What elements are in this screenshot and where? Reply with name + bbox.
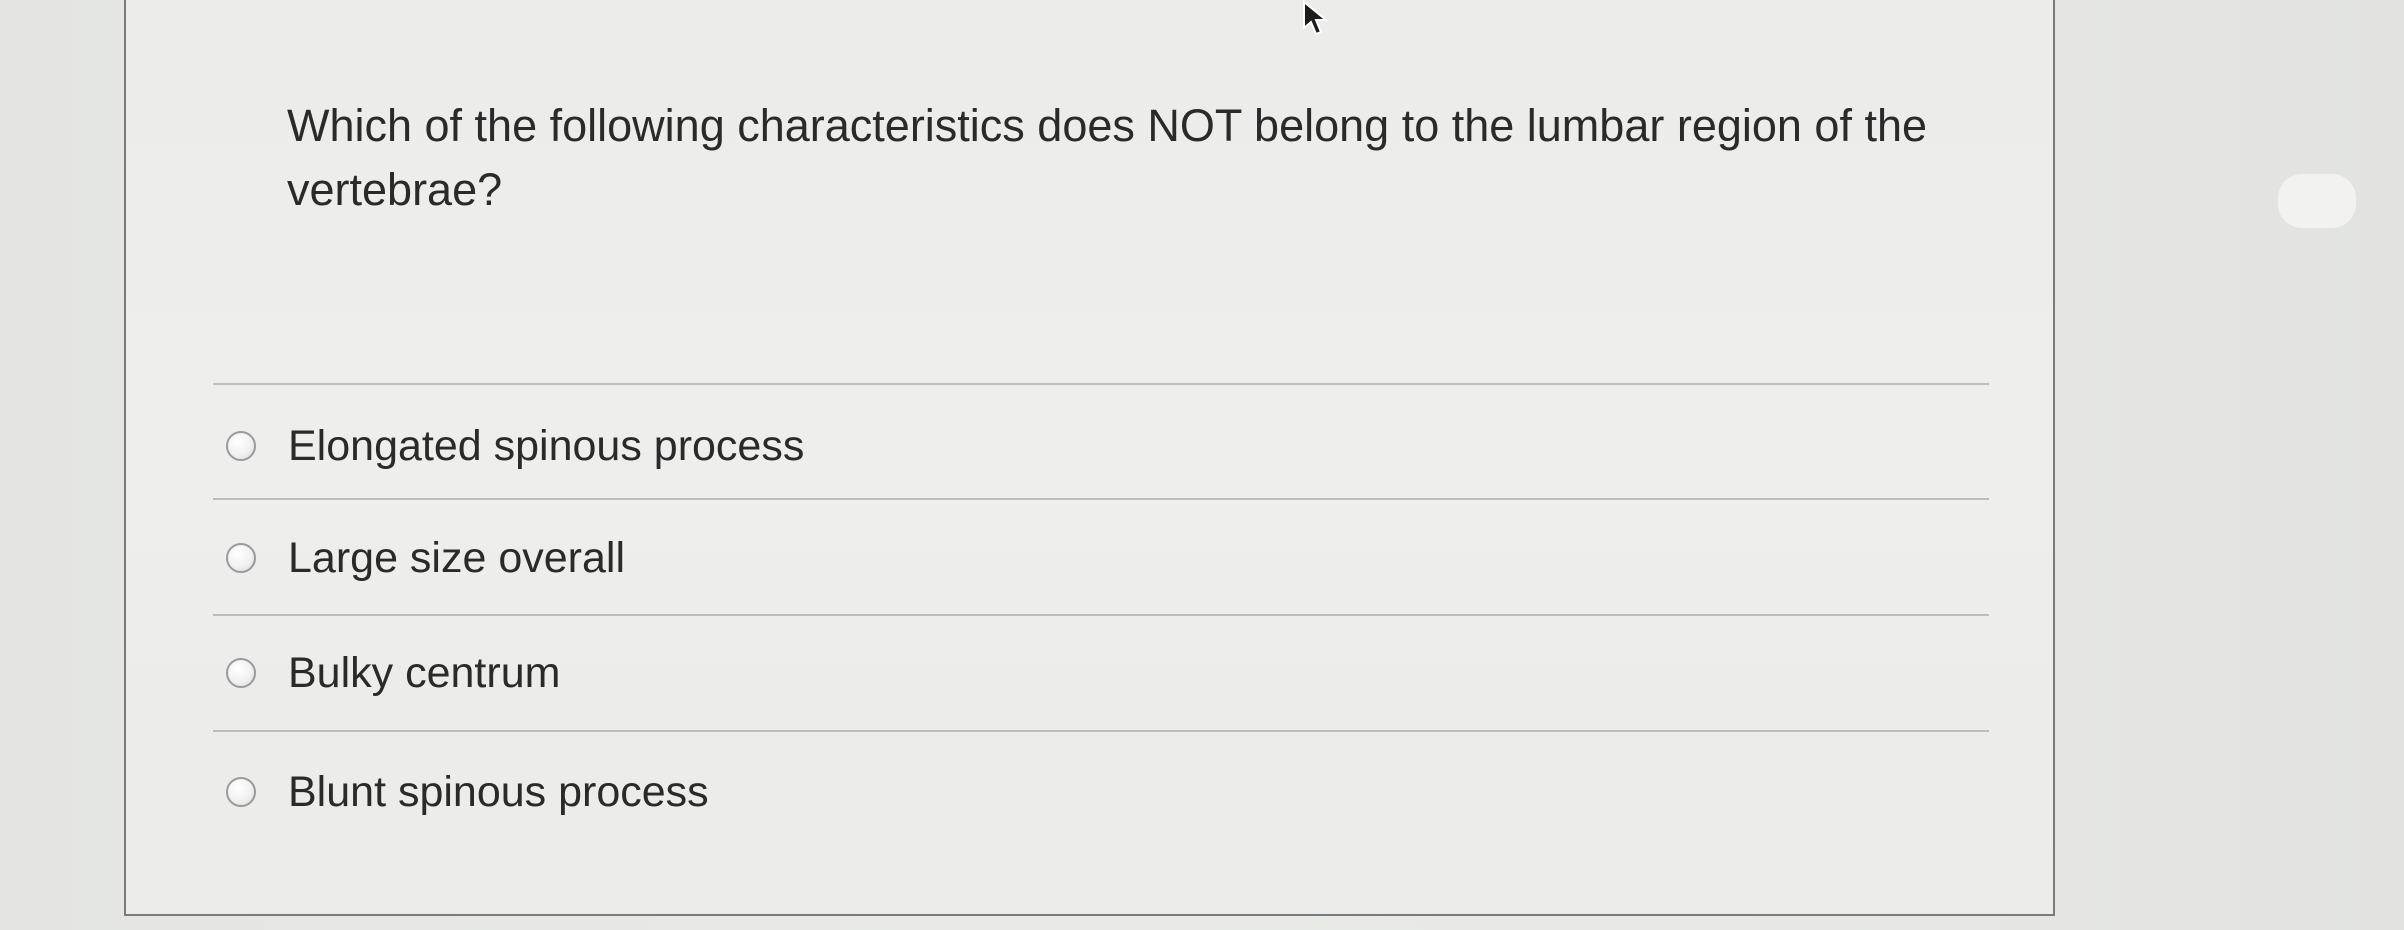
divider [213, 498, 1989, 500]
choice-label-4: Blunt spinous process [288, 767, 709, 816]
divider [213, 614, 1989, 616]
background-highlight [2278, 174, 2356, 228]
question-card: Which of the following characteristics d… [124, 0, 2055, 916]
choice-option-2[interactable]: Large size overall [226, 528, 625, 588]
choice-label-2: Large size overall [288, 533, 626, 582]
choice-option-3[interactable]: Bulky centrum [226, 643, 560, 703]
choice-option-1[interactable]: Elongated spinous process [226, 416, 804, 476]
choice-label-1: Elongated spinous process [288, 421, 805, 470]
divider [213, 383, 1989, 385]
mouse-pointer-icon [1303, 0, 1329, 36]
radio-button-icon[interactable] [226, 658, 256, 688]
question-text: Which of the following characteristics d… [287, 100, 1928, 215]
radio-button-icon[interactable] [226, 543, 256, 573]
choice-label-3: Bulky centrum [288, 648, 561, 697]
radio-button-icon[interactable] [226, 777, 256, 807]
choice-option-4[interactable]: Blunt spinous process [226, 762, 709, 822]
divider [213, 730, 1989, 732]
radio-button-icon[interactable] [226, 431, 256, 461]
